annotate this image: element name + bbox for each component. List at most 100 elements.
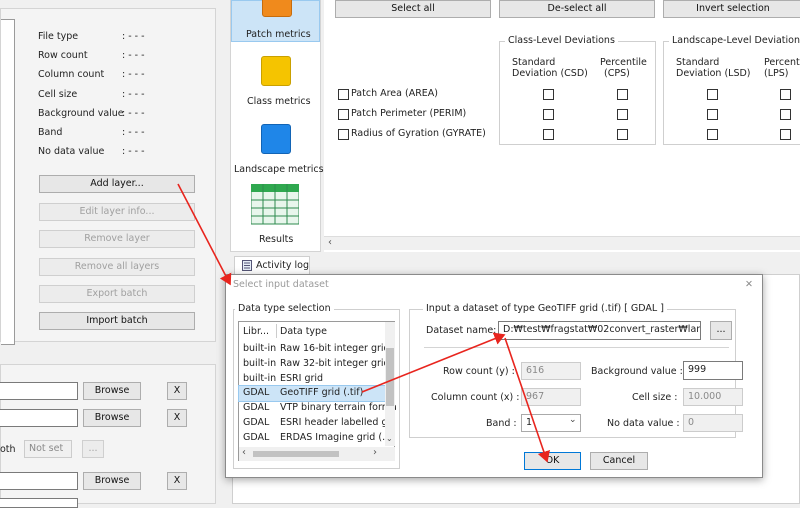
deviation-checkbox[interactable] [617, 89, 628, 100]
data-type-list[interactable]: Libr... Data type built-in Raw 16-bit int… [238, 321, 397, 461]
layer-list[interactable] [1, 19, 15, 345]
hscroll-left-icon[interactable]: ‹ [242, 447, 246, 458]
col-count-label: Column count (x) : [431, 392, 520, 403]
dataset-browse-button[interactable]: ... [710, 321, 732, 340]
data-type-name: Raw 32-bit integer grid [280, 357, 390, 369]
data-type-row[interactable]: built-in Raw 32-bit integer grid [239, 357, 390, 372]
no-data-input: 0 [683, 414, 743, 432]
select-all-button[interactable]: Select all [335, 0, 491, 18]
remove-all-layers-button[interactable]: Remove all layers [39, 258, 195, 276]
depth-input[interactable]: Not set [24, 440, 72, 458]
cps-header-1: Percentile [600, 57, 647, 68]
data-type-name: GeoTIFF grid (.tif) [280, 387, 364, 399]
export-batch-button[interactable]: Export batch [39, 285, 195, 303]
lps-header-2: (LPS) [764, 68, 789, 79]
row-count-label: Row count (y) : [443, 366, 515, 377]
depth-browse-button[interactable]: ... [82, 440, 104, 458]
file-info-value: : - - - [122, 127, 145, 138]
file-info-label: File type [38, 31, 79, 42]
path-input-3[interactable] [0, 472, 78, 490]
nav-class-metrics[interactable]: Class metrics [231, 48, 320, 110]
scroll-down-icon[interactable]: ⌄ [386, 434, 393, 443]
browse-button-2[interactable]: Browse [83, 409, 141, 427]
cell-size-input: 10.000 [683, 388, 743, 406]
nav-landscape-metrics[interactable]: Landscape metrics [231, 116, 324, 178]
data-type-row[interactable]: GDAL ERDAS Imagine grid (.in [239, 431, 394, 446]
csd-header-1: Standard [512, 57, 556, 68]
type-list-hscroll-thumb[interactable] [253, 451, 339, 457]
dialog-title: Select input dataset [233, 279, 329, 290]
landscape-metrics-icon [261, 124, 291, 154]
data-type-library: GDAL [243, 417, 270, 428]
deviation-checkbox[interactable] [707, 109, 718, 120]
deviation-checkbox[interactable] [543, 89, 554, 100]
clear-button-1[interactable]: X [167, 382, 187, 400]
file-info-label: Row count [38, 50, 88, 62]
nav-results-label: Results [259, 234, 294, 245]
no-data-label: No data value : [607, 418, 680, 429]
metric-checkbox[interactable] [338, 89, 349, 100]
dataset-name-label: Dataset name: [426, 325, 497, 336]
browse-button-1[interactable]: Browse [83, 382, 141, 400]
deviation-checkbox[interactable] [543, 129, 554, 140]
import-batch-button[interactable]: Import batch [39, 312, 195, 330]
cancel-button[interactable]: Cancel [590, 452, 648, 470]
hscroll-right-icon[interactable]: › [373, 447, 377, 458]
activity-log-tab[interactable]: Activity log [234, 256, 310, 274]
data-type-library: GDAL [243, 431, 270, 443]
remove-layer-button[interactable]: Remove layer [39, 230, 195, 248]
input-group-divider [424, 347, 729, 348]
deviation-checkbox[interactable] [707, 129, 718, 140]
type-list-hscroll[interactable]: ‹ › [239, 447, 395, 461]
data-type-row[interactable]: GDAL VTP binary terrain forma [239, 401, 397, 416]
background-value-input[interactable]: 999 [683, 361, 743, 380]
dataset-name-input[interactable]: D:₩test₩fragstat₩02convert_raster₩landc [498, 321, 701, 340]
deviation-checkbox[interactable] [780, 109, 791, 120]
col-library-header: Libr... [243, 326, 270, 337]
nav-results[interactable]: Results [231, 182, 320, 248]
clear-button-2[interactable]: X [167, 409, 187, 427]
cps-header-2: (CPS) [604, 68, 630, 79]
horizontal-scrollbar[interactable]: ‹ [324, 236, 800, 250]
data-type-row[interactable]: GDAL GeoTIFF grid (.tif) [238, 385, 390, 403]
header-divider [276, 324, 277, 338]
deselect-all-button[interactable]: De-select all [499, 0, 655, 18]
path-input-1[interactable] [0, 382, 78, 400]
add-layer-button[interactable]: Add layer... [39, 175, 195, 193]
results-table-icon [251, 184, 299, 225]
clear-button-3[interactable]: X [167, 472, 187, 490]
log-icon [242, 260, 252, 271]
depth-label: oth [0, 444, 16, 455]
browse-button-3[interactable]: Browse [83, 472, 141, 490]
scroll-left-icon[interactable]: ‹ [328, 237, 332, 248]
file-info-value: : - - - [122, 50, 145, 62]
deviation-checkbox[interactable] [707, 89, 718, 100]
data-type-name: ESRI header labelled gri [280, 417, 395, 428]
file-info-value: : - - - [122, 107, 145, 119]
metric-checkbox[interactable] [338, 109, 349, 120]
edit-layer-button[interactable]: Edit layer info... [39, 203, 195, 221]
deviation-checkbox[interactable] [617, 129, 628, 140]
data-type-library: GDAL [243, 402, 270, 414]
invert-selection-button[interactable]: Invert selection [663, 0, 800, 18]
data-type-row[interactable]: GDAL ESRI header labelled gri [239, 416, 394, 431]
type-list-vscroll[interactable]: ⌄ [385, 322, 395, 446]
input-dataset-title: Input a dataset of type GeoTIFF grid (.t… [423, 303, 667, 314]
type-rows: built-in Raw 16-bit integer grid built-in R… [238, 342, 397, 446]
metric-checkbox[interactable] [338, 129, 349, 140]
ok-button[interactable]: OK [524, 452, 581, 470]
dialog-close-icon[interactable]: ✕ [745, 279, 753, 290]
deviation-checkbox[interactable] [780, 89, 791, 100]
type-list-vscroll-thumb[interactable] [386, 348, 394, 406]
file-info-label: No data value [38, 146, 105, 158]
deviation-checkbox[interactable] [543, 109, 554, 120]
nav-patch-metrics[interactable]: Patch metrics [231, 0, 320, 42]
path-input-2[interactable] [0, 409, 78, 427]
data-type-row[interactable]: built-in ESRI grid [239, 372, 389, 387]
deviation-checkbox[interactable] [617, 109, 628, 120]
path-input-4[interactable] [0, 498, 78, 508]
deviation-checkbox[interactable] [780, 129, 791, 140]
data-type-row[interactable]: built-in Raw 16-bit integer grid [239, 342, 390, 357]
data-type-library: GDAL [243, 387, 270, 399]
band-dropdown-icon[interactable]: ⌄ [569, 415, 577, 425]
